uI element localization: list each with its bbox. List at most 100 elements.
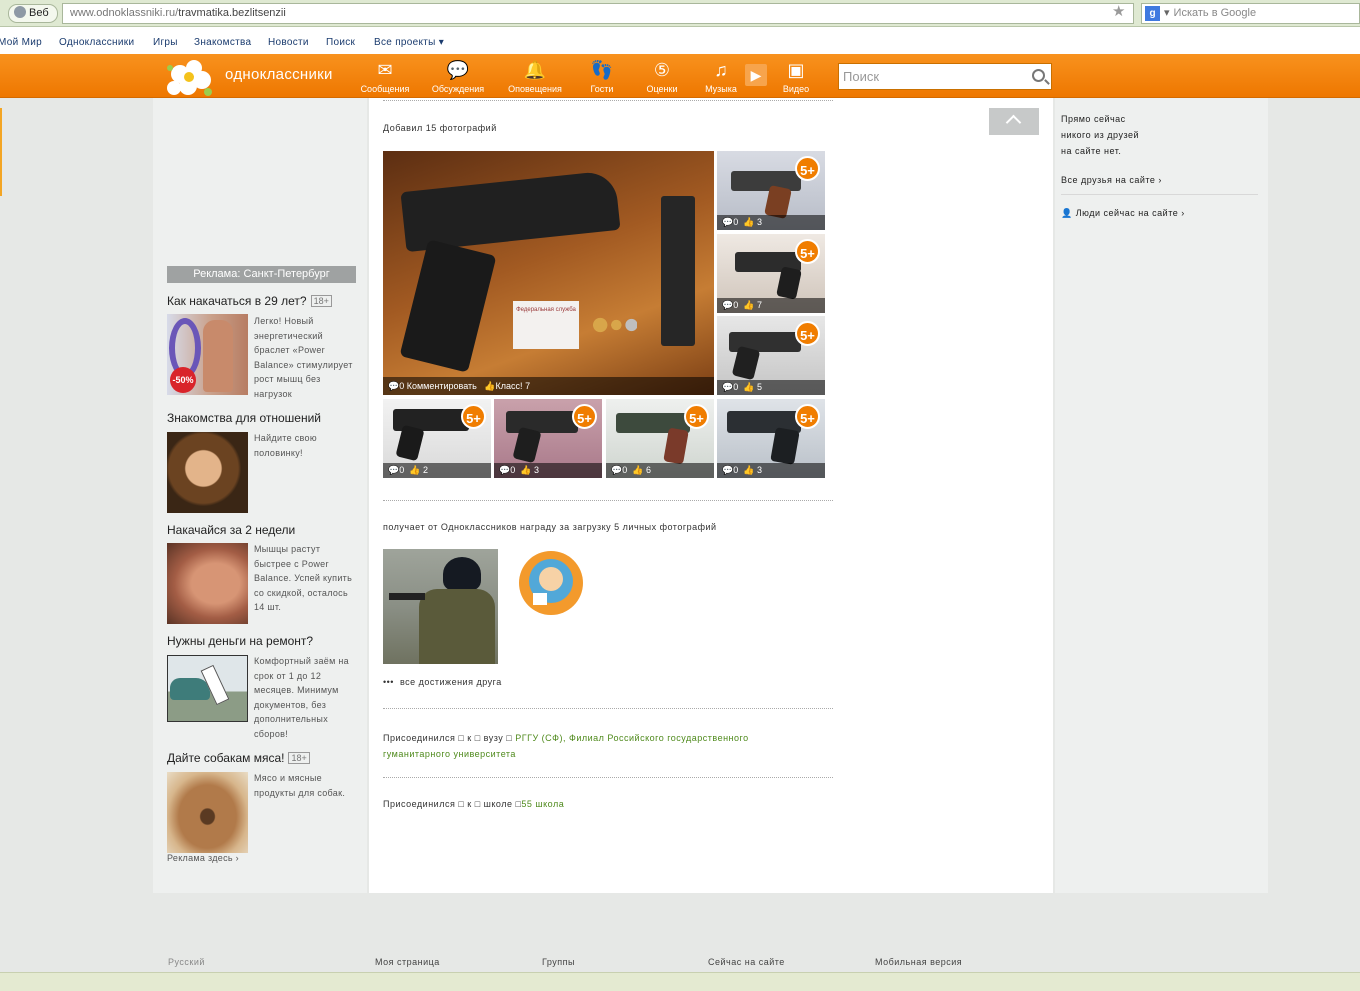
ad-image[interactable] [167, 543, 248, 624]
face-shape [539, 567, 563, 591]
footer-language[interactable]: Русский [168, 957, 205, 967]
side-accent [0, 108, 2, 196]
pistol-grip-shape [399, 239, 497, 373]
ad-image[interactable] [167, 772, 248, 853]
photo-thumb[interactable]: 5+ 💬0 👍 3 [717, 151, 825, 230]
photo-thumb[interactable]: 5+ 💬0 👍 6 [606, 399, 714, 478]
play-icon[interactable]: ▶ [745, 64, 767, 86]
browser-toolbar: Веб www.odnoklassniki.ru/travmatika.bezl… [0, 0, 1360, 27]
nav-music[interactable]: ♫ Музыка [702, 58, 740, 94]
main-photo[interactable]: Федеральная служба 💬0 Комментировать 👍Кл… [383, 151, 714, 395]
nav-messages[interactable]: ✉ Сообщения [360, 58, 410, 94]
thumbs-up-icon: 👍 [484, 381, 496, 391]
ad-image[interactable]: -50% [167, 314, 248, 395]
grip-shape [764, 185, 792, 219]
achievement-photo[interactable] [383, 549, 498, 664]
brand-name[interactable]: одноклассники [225, 66, 333, 83]
ad-image[interactable] [167, 655, 248, 722]
ad-text[interactable]: Мясо и мясные продукты для собак. [254, 771, 354, 800]
photo-thumb[interactable]: 5+ 💬0 👍 5 [717, 316, 825, 395]
comment-icon: 💬 [388, 381, 400, 391]
footer-online-now[interactable]: Сейчас на сайте [708, 957, 785, 967]
ad-title[interactable]: Как накачаться в 29 лет? 18+ [167, 294, 332, 308]
all-friends-online-link[interactable]: Все друзья на сайте › [1061, 172, 1162, 188]
google-search-box[interactable]: g ▾ Искать в Google [1141, 3, 1360, 24]
divider [383, 500, 833, 501]
ad-title[interactable]: Нужны деньги на ремонт? [167, 634, 313, 648]
photo-thumb[interactable]: 5+ 💬0 👍 3 [717, 399, 825, 478]
dropdown-icon[interactable]: ▾ [1164, 7, 1170, 19]
footprints-icon: 👣 [590, 60, 614, 80]
comment-icon: 💬 [388, 465, 400, 475]
photo-thumb[interactable]: 5+ 💬0 👍 7 [717, 234, 825, 313]
all-achievements-link[interactable]: ••• все достижения друга [383, 677, 502, 687]
nav-notifications[interactable]: 🔔 Оповещения [505, 58, 565, 94]
ad-image[interactable] [167, 432, 248, 513]
nav-discussions[interactable]: 💬 Обсуждения [430, 58, 486, 94]
badge-5plus: 5+ [461, 404, 486, 429]
people-online-link[interactable]: 👤 Люди сейчас на сайте › [1061, 205, 1185, 221]
joined-school: Присоединился □ к □ школе □55 школа [383, 799, 565, 809]
award-text: получает от Одноклассников награду за за… [383, 522, 717, 532]
comment-link[interactable]: Комментировать [407, 381, 477, 391]
ad-title[interactable]: Знакомства для отношений [167, 411, 321, 425]
comment-icon: 💬 [722, 300, 734, 310]
globe-icon [14, 6, 26, 18]
ads-header: Реклама: Санкт-Петербург [167, 266, 356, 283]
pistol-shape [389, 593, 425, 600]
ad-text[interactable]: Легко! Новый энергетический браслет «Pow… [254, 314, 354, 401]
portal-nav: Мой Мир Одноклассники Игры Знакомства Но… [0, 27, 1360, 54]
comment-icon: 💬 [722, 217, 734, 227]
nav-video[interactable]: ▣ Видео [780, 58, 812, 94]
site-search-input[interactable]: Поиск [838, 63, 1052, 90]
ad-title[interactable]: Дайте собакам мяса! 18+ [167, 751, 310, 765]
bookmark-star-icon[interactable]: ★ [1112, 2, 1125, 20]
nav-moy-mir[interactable]: Мой Мир [0, 37, 42, 48]
chat-bubbles-icon: 💬 [446, 60, 470, 80]
joined-university: Присоединился □ к □ вузу □ РГГУ (СФ), Фи… [383, 733, 749, 759]
ad-title[interactable]: Накачайся за 2 недели [167, 523, 295, 537]
badge-5plus: 5+ [795, 321, 820, 346]
nav-all-projects[interactable]: Все проекты ▾ [374, 37, 444, 48]
google-icon: g [1145, 6, 1160, 21]
browser-status-bar [0, 972, 1360, 991]
torso-shape [203, 320, 233, 392]
photo-caption: 💬0 Комментировать 👍Класс! 7 [383, 377, 714, 395]
nav-news[interactable]: Новости [268, 37, 309, 48]
nav-guests[interactable]: 👣 Гости [586, 58, 618, 94]
photo-caption: 💬0 👍 3 [717, 463, 825, 478]
divider [383, 708, 833, 709]
badge-5plus: 5+ [795, 239, 820, 264]
logo-flower-icon[interactable] [164, 56, 216, 98]
thumbs-up-icon: 👍 [409, 465, 421, 475]
hat-shape [443, 557, 481, 591]
address-bar[interactable]: www.odnoklassniki.ru/travmatika.bezlitse… [62, 3, 1134, 24]
achievement-badge-icon[interactable] [519, 551, 583, 615]
nav-search[interactable]: Поиск [326, 37, 355, 48]
nav-games[interactable]: Игры [153, 37, 178, 48]
photo-thumb[interactable]: 5+ 💬0 👍 3 [494, 399, 602, 478]
video-film-icon: ▣ [787, 60, 805, 80]
ad-text[interactable]: Комфортный заём на срок от 1 до 12 месяц… [254, 654, 354, 741]
footer-groups[interactable]: Группы [542, 957, 575, 967]
ad-text[interactable]: Мышцы растут быстрее с Power Balance. Ус… [254, 542, 354, 615]
photo-caption: 💬0 👍 5 [717, 380, 825, 395]
ad-text[interactable]: Найдите свою половинку! [254, 431, 354, 460]
school-link[interactable]: 55 школа [521, 799, 564, 809]
badge-5plus: 5+ [795, 404, 820, 429]
footer-my-page[interactable]: Моя страница [375, 957, 440, 967]
class-link[interactable]: Класс! [496, 381, 523, 391]
thumbs-up-icon: 👍 [743, 382, 755, 392]
nav-dating[interactable]: Знакомства [194, 37, 251, 48]
nav-ratings[interactable]: ⑤ Оценки [644, 58, 680, 94]
envelope-icon: ✉ [377, 60, 393, 80]
nav-odnoklassniki[interactable]: Одноклассники [59, 37, 134, 48]
web-tab[interactable]: Веб [8, 4, 58, 23]
footer-mobile-version[interactable]: Мобильная версия [875, 957, 962, 967]
scroll-up-button[interactable] [989, 108, 1039, 135]
magnifier-icon[interactable] [1032, 69, 1045, 82]
thumbs-up-icon: 👍 [743, 217, 755, 227]
divider [1061, 194, 1258, 195]
advertise-here-link[interactable]: Реклама здесь › [167, 853, 239, 863]
photo-thumb[interactable]: 5+ 💬0 👍 2 [383, 399, 491, 478]
